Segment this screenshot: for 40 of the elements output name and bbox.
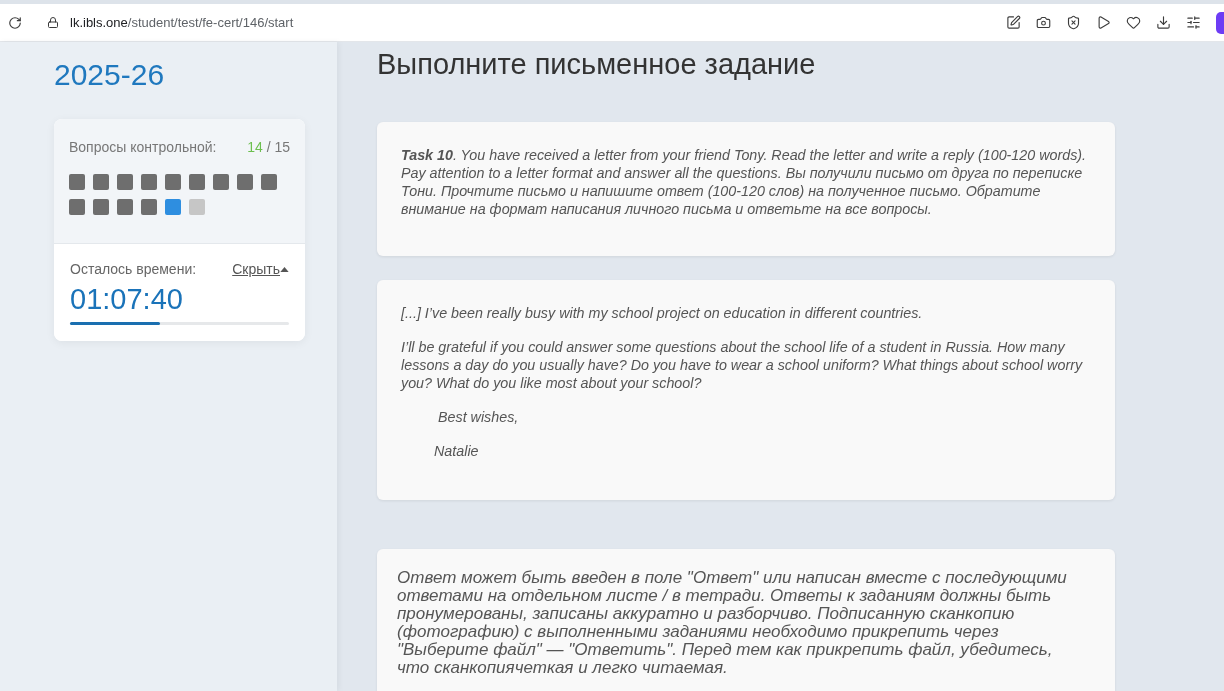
task-text: Task 10. You have received a letter from your friend Tony. Read the letter and write a reply (100-120 words). Pay attention to a letter format and answer all the questions. Вы получили письмо от друга по переписке Тони. Прочтите письмо и напишите ответ (100-120 слов) на полученное письмо. Обратите внимание на формат написания личного письма и ответьте на все вопросы. <box>401 146 1088 218</box>
question-square[interactable] <box>117 174 133 190</box>
question-square[interactable] <box>261 174 277 190</box>
shield-cross-icon[interactable] <box>1066 15 1081 30</box>
question-square[interactable] <box>93 199 109 215</box>
question-square[interactable] <box>189 199 205 215</box>
sliders-icon[interactable] <box>1186 15 1201 30</box>
question-square[interactable] <box>93 174 109 190</box>
question-square[interactable] <box>141 199 157 215</box>
letter-closing: Best wishes, <box>437 408 520 426</box>
play-icon[interactable] <box>1096 15 1111 30</box>
letter-signature: Natalie <box>433 442 480 460</box>
edit-icon[interactable] <box>1006 15 1021 30</box>
time-left-label: Осталось времени: <box>70 260 197 278</box>
app-tile-icon[interactable] <box>1216 11 1224 34</box>
question-square[interactable] <box>237 174 253 190</box>
heart-icon[interactable] <box>1126 15 1141 30</box>
test-title: 2025-26 <box>54 57 166 93</box>
questions-label: Вопросы контрольной: <box>69 139 217 155</box>
question-square[interactable] <box>69 199 85 215</box>
question-square[interactable] <box>213 174 229 190</box>
camera-icon[interactable] <box>1036 15 1051 30</box>
question-square[interactable] <box>165 199 181 215</box>
question-square[interactable] <box>165 174 181 190</box>
question-square[interactable] <box>69 174 85 190</box>
caret-up-icon <box>280 266 289 272</box>
page-heading: Выполните письменное задание <box>377 47 817 81</box>
question-square[interactable] <box>141 174 157 190</box>
question-square[interactable] <box>117 199 133 215</box>
questions-counter: 14 / 15 <box>247 139 290 155</box>
question-square[interactable] <box>189 174 205 190</box>
letter-paragraph: I’ll be grateful if you could answer some questions about the school life of a student in Russia. How many lessons a day do you usually have? Do you have to wear a school uniform? What things about school worry you? What do you like most about your school? <box>401 338 1084 392</box>
download-icon[interactable] <box>1156 15 1171 30</box>
instructions-text: Ответ может быть введен в поле "Ответ" или написан вместе с последующими ответами на отдельном листе / в тетради. Ответы к заданиям должны быть пронумерованы, записаны аккуратно и разборчиво. Подписанную сканкопию (фотографию) с выполненными заданиями необходимо прикрепить через "Выберите файл" — "Ответить". Перед тем как прикрепить файл, убедитесь, что сканкопиячеткая и легко читаемая. <box>397 569 1068 677</box>
letter-paragraph: [...] I’ve been really busy with my school project on education in different countries. <box>401 304 924 322</box>
reload-icon[interactable] <box>8 15 22 30</box>
timer: 01:07:40 <box>70 282 184 316</box>
lock-icon[interactable] <box>47 16 59 29</box>
address-field[interactable]: lk.ibls.one/student/test/fe-cert/146/start <box>70 12 294 33</box>
hide-link[interactable]: Скрыть <box>232 260 289 278</box>
